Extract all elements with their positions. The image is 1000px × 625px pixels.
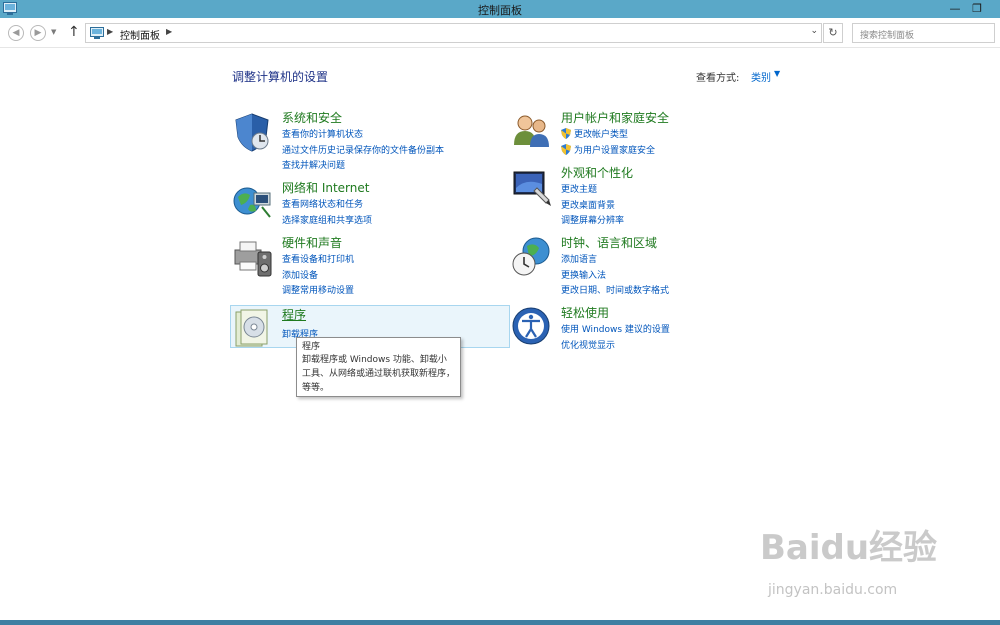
minimize-button[interactable]: —: [944, 0, 966, 18]
page-title: 调整计算机的设置: [232, 70, 329, 84]
link-change-theme[interactable]: 更改主题: [561, 182, 597, 195]
link-add-device[interactable]: 添加设备: [282, 268, 318, 281]
caret-down-icon[interactable]: ▼: [774, 69, 780, 78]
link-mobility-settings[interactable]: 调整常用移动设置: [282, 283, 354, 296]
link-recommended-settings[interactable]: 使用 Windows 建议的设置: [561, 322, 670, 335]
category-title-system[interactable]: 系统和安全: [282, 109, 342, 126]
link-optimize-display[interactable]: 优化视觉显示: [561, 338, 615, 351]
refresh-button[interactable]: ↻: [823, 23, 843, 43]
category-system-security: 系统和安全 查看你的计算机状态 通过文件历史记录保存你的文件备份副本 查找并解决…: [232, 111, 512, 171]
category-title-appearance[interactable]: 外观和个性化: [561, 164, 633, 181]
link-devices-printers[interactable]: 查看设备和打印机: [282, 252, 354, 265]
link-view-computer-status[interactable]: 查看你的计算机状态: [282, 127, 363, 140]
appearance-monitor-icon: [513, 171, 551, 206]
back-button[interactable]: ◀: [8, 25, 24, 41]
arrow-up-icon: ↑: [68, 24, 80, 40]
category-title-clock[interactable]: 时钟、语言和区域: [561, 234, 657, 251]
arrow-right-icon: ▶: [34, 28, 42, 38]
recent-locations-dropdown[interactable]: ▼: [51, 28, 56, 36]
printer-speaker-icon: [234, 241, 272, 277]
chevron-down-icon[interactable]: ⌄: [810, 26, 818, 36]
view-by-label: 查看方式:: [696, 73, 740, 84]
network-globe-icon: [233, 187, 271, 218]
link-change-account-type[interactable]: 更改帐户类型: [561, 127, 628, 140]
control-panel-window: 控制面板 — ❐ ◀ ▶ ▼ ↑ ▶ 控制面板 ▶ ⌄ ↻ 调整计算机的设置 查…: [0, 0, 1000, 625]
link-homegroup-sharing[interactable]: 选择家庭组和共享选项: [282, 213, 372, 226]
taskbar: [0, 620, 1000, 625]
link-screen-resolution[interactable]: 调整屏幕分辨率: [561, 213, 624, 226]
navigation-toolbar: ◀ ▶ ▼ ↑ ▶ 控制面板 ▶ ⌄ ↻: [0, 18, 1000, 48]
restore-button[interactable]: ❐: [966, 0, 988, 18]
security-shield-icon: [235, 113, 269, 152]
category-appearance: 外观和个性化 更改主题 更改桌面背景 调整屏幕分辨率: [511, 166, 791, 226]
programs-disc-icon: [235, 309, 268, 347]
clock-globe-icon: [512, 237, 550, 276]
ease-of-access-icon: [512, 307, 550, 345]
category-clock-language: 时钟、语言和区域 添加语言 更换输入法 更改日期、时间或数字格式: [511, 236, 791, 296]
category-title-users[interactable]: 用户帐户和家庭安全: [561, 109, 669, 126]
link-change-background[interactable]: 更改桌面背景: [561, 198, 615, 211]
category-title-ease[interactable]: 轻松使用: [561, 304, 609, 321]
search-input[interactable]: [852, 23, 995, 43]
link-change-input-method[interactable]: 更换输入法: [561, 268, 606, 281]
link-add-language[interactable]: 添加语言: [561, 252, 597, 265]
category-hardware-sound: 硬件和声音 查看设备和打印机 添加设备 调整常用移动设置: [232, 236, 512, 296]
title-bar[interactable]: 控制面板 — ❐: [0, 0, 1000, 18]
chevron-right-icon[interactable]: ▶: [107, 27, 113, 36]
programs-tooltip: 程序 卸载程序或 Windows 功能、卸载小工具、从网络或通过联机获取新程序，…: [296, 337, 461, 397]
tooltip-body: 卸载程序或 Windows 功能、卸载小工具、从网络或通过联机获取新程序，等等。: [302, 355, 456, 393]
forward-button[interactable]: ▶: [30, 25, 46, 41]
link-troubleshoot[interactable]: 查找并解决问题: [282, 158, 345, 171]
arrow-left-icon: ◀: [12, 28, 20, 38]
link-network-status[interactable]: 查看网络状态和任务: [282, 197, 363, 210]
baidu-watermark-url: jingyan.baidu.com: [768, 582, 898, 598]
refresh-icon: ↻: [828, 26, 838, 39]
category-title-hardware[interactable]: 硬件和声音: [282, 234, 342, 251]
category-title-network[interactable]: 网络和 Internet: [282, 179, 369, 196]
tooltip-title: 程序: [302, 342, 321, 352]
link-date-time-format[interactable]: 更改日期、时间或数字格式: [561, 283, 669, 296]
window-title: 控制面板: [478, 4, 522, 17]
users-icon: [514, 115, 549, 147]
link-family-safety[interactable]: 为用户设置家庭安全: [561, 143, 655, 156]
chevron-right-icon[interactable]: ▶: [166, 27, 172, 36]
category-network: 网络和 Internet 查看网络状态和任务 选择家庭组和共享选项: [232, 181, 512, 241]
category-ease-of-access: 轻松使用 使用 Windows 建议的设置 优化视觉显示: [511, 306, 791, 366]
control-panel-icon: [90, 27, 104, 39]
baidu-watermark-logo: Baidu经验: [760, 528, 938, 568]
link-file-history-backup[interactable]: 通过文件历史记录保存你的文件备份副本: [282, 143, 444, 156]
up-button[interactable]: ↑: [68, 24, 80, 40]
category-user-accounts: 用户帐户和家庭安全 更改帐户类型 为用户设置家庭安全: [511, 111, 791, 171]
address-bar[interactable]: ▶ 控制面板 ▶ ⌄: [85, 23, 822, 43]
breadcrumb-control-panel[interactable]: 控制面板: [120, 27, 160, 42]
category-title-programs[interactable]: 程序: [282, 306, 306, 323]
view-by-dropdown[interactable]: 类别: [751, 69, 771, 84]
